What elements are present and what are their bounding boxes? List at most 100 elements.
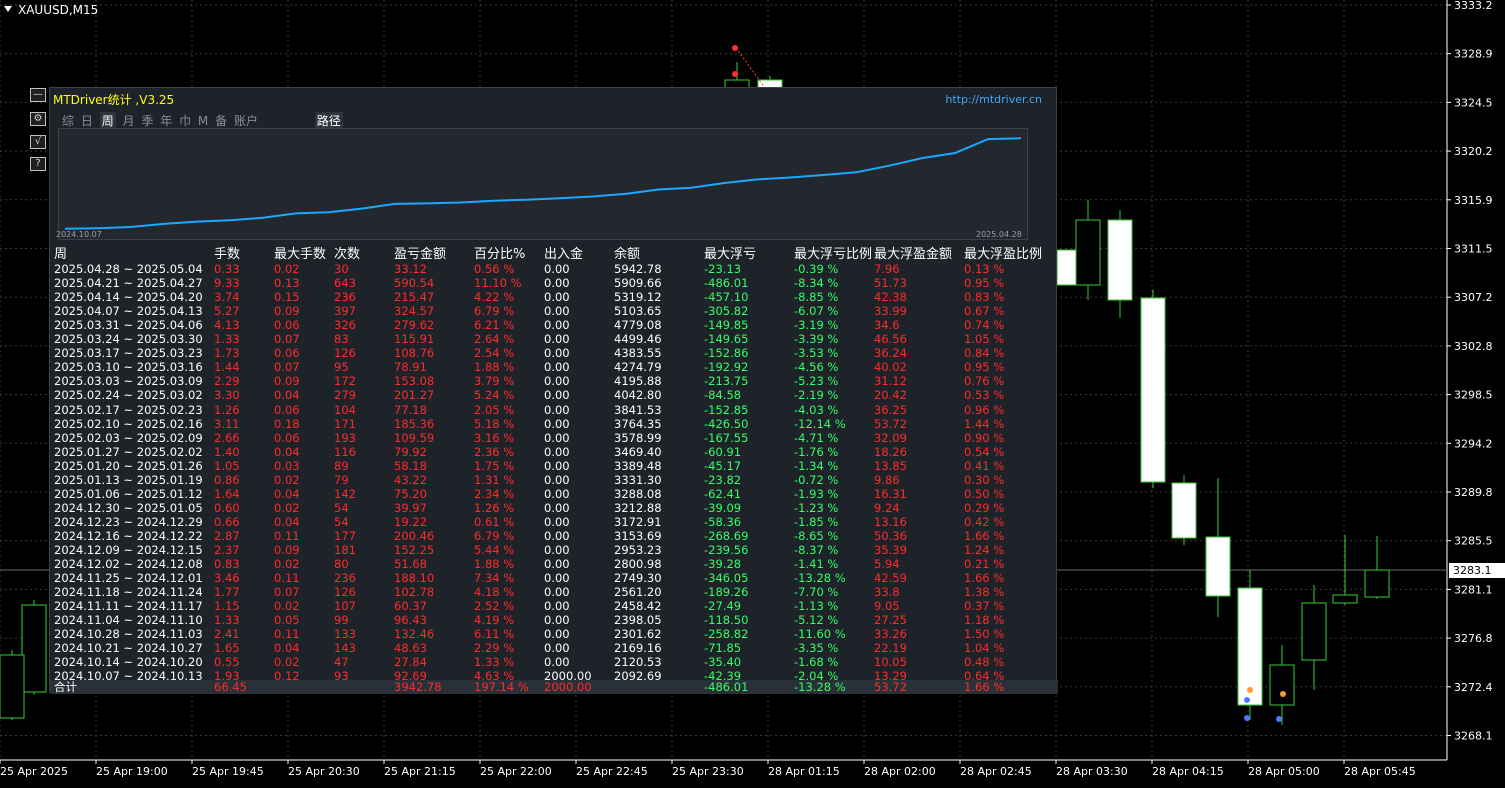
table-cell: -3.35 %: [794, 641, 839, 656]
help-button[interactable]: ?: [30, 157, 46, 171]
tab-currency[interactable]: 巾: [179, 112, 191, 129]
header-pct: 百分比%: [474, 247, 526, 262]
table-cell: 36.25: [874, 402, 907, 417]
table-cell: 13.85: [874, 458, 907, 473]
table-cell: -4.56 %: [794, 360, 839, 375]
table-cell: 4383.55: [614, 346, 662, 361]
table-cell: 4779.08: [614, 318, 662, 333]
table-cell: 96.43: [394, 613, 427, 628]
trade-marker-icon: [1280, 691, 1286, 697]
table-cell: 0.15: [274, 290, 300, 305]
current-price-tag: 3283.1: [1449, 563, 1505, 578]
tab-account[interactable]: 账户: [234, 112, 258, 129]
table-cell: -1.41 %: [794, 557, 839, 572]
table-cell: -12.14 %: [794, 416, 846, 431]
table-cell: -426.50: [704, 416, 749, 431]
table-cell: 3764.35: [614, 416, 662, 431]
table-cell: -84.58: [704, 388, 742, 403]
chart-button[interactable]: √: [30, 135, 46, 149]
table-cell: 2025.03.31 ~ 2025.04.06: [54, 318, 203, 333]
tab-day[interactable]: 日: [81, 112, 93, 129]
table-cell: 39.97: [394, 500, 427, 515]
table-cell: 2025.02.17 ~ 2025.02.23: [54, 402, 203, 417]
table-cell: 0.00: [544, 543, 570, 557]
table-cell: 42.59: [874, 571, 907, 586]
table-cell: 5103.65: [614, 304, 662, 319]
table-cell: 143: [334, 641, 356, 656]
table-cell: 2024.11.25 ~ 2024.12.01: [54, 571, 203, 586]
table-cell: -27.49: [704, 599, 742, 614]
time-axis-label: 25 Apr 19:45: [192, 765, 264, 778]
table-cell: -0.72 %: [794, 472, 839, 487]
tab-magic[interactable]: M: [198, 114, 208, 128]
table-cell: -1.93 %: [794, 486, 839, 501]
path-button[interactable]: 路径: [314, 112, 343, 129]
candle-body: [1075, 219, 1101, 286]
table-cell: 0.00: [544, 332, 570, 347]
table-cell: -1.68 %: [794, 655, 839, 670]
table-cell: 1.44: [214, 360, 240, 375]
table-row: 2025.04.14 ~ 2025.04.20 3.74 0.15 236 215.47…: [50, 290, 1058, 304]
table-cell: -35.40: [704, 655, 742, 670]
table-cell: 32.09: [874, 430, 907, 445]
tab-week[interactable]: 周: [99, 112, 116, 129]
price-axis-label: 3302.8: [1454, 340, 1493, 353]
table-cell: 0.04: [274, 444, 300, 459]
settings-button[interactable]: ⚙: [30, 112, 46, 126]
table-cell: 2025.04.14 ~ 2025.04.20: [54, 290, 203, 305]
table-cell: 108.76: [394, 346, 435, 361]
table-cell: 0.00: [544, 276, 570, 291]
table-cell: 2025.04.28 ~ 2025.05.04: [54, 262, 203, 276]
table-cell: 0.04: [274, 486, 300, 501]
minimize-button[interactable]: —: [30, 88, 46, 102]
table-cell: 1.73: [214, 346, 240, 361]
table-cell: 3172.91: [614, 514, 662, 529]
tab-notes[interactable]: 备: [215, 112, 227, 129]
tab-month[interactable]: 月: [123, 112, 135, 129]
table-cell: 2024.12.02 ~ 2024.12.08: [54, 557, 203, 572]
table-cell: -149.65: [704, 332, 749, 347]
total-cell: 合计: [54, 680, 77, 694]
time-axis-label: 28 Apr 01:15: [768, 765, 840, 778]
time-axis-label: 28 Apr 05:45: [1344, 765, 1416, 778]
total-cell: 197.14 %: [474, 680, 529, 694]
table-cell: 1.75 %: [474, 458, 515, 473]
table-cell: -4.71 %: [794, 430, 839, 445]
table-row: 2025.04.28 ~ 2025.05.04 0.33 0.02 30 33.12 0.…: [50, 262, 1058, 276]
table-cell: 0.00: [544, 599, 570, 614]
table-cell: 89: [334, 458, 349, 473]
dropdown-triangle-icon[interactable]: [4, 6, 12, 12]
table-cell: -189.26: [704, 585, 749, 600]
table-cell: 79: [334, 472, 349, 487]
table-row: 2024.10.21 ~ 2024.10.27 1.65 0.04 143 48.63 2…: [50, 641, 1058, 655]
table-cell: 3389.48: [614, 458, 662, 473]
table-cell: 51.68: [394, 557, 427, 572]
trade-marker-icon: [732, 45, 738, 51]
equity-line: [64, 137, 1022, 230]
table-cell: 6.11 %: [474, 627, 515, 642]
table-row: 2025.04.21 ~ 2025.04.27 9.33 0.13 643 590.54…: [50, 276, 1058, 290]
table-cell: 2749.30: [614, 571, 662, 586]
table-cell: 2.34 %: [474, 486, 515, 501]
table-cell: 326: [334, 318, 356, 333]
trade-marker-icon: [1244, 697, 1250, 703]
table-cell: 2024.12.23 ~ 2024.12.29: [54, 514, 203, 529]
table-cell: 6.21 %: [474, 318, 515, 333]
website-link[interactable]: http://mtdriver.cn: [945, 93, 1042, 106]
table-cell: 109.59: [394, 430, 435, 445]
table-cell: -258.82: [704, 627, 749, 642]
table-cell: 0.76 %: [964, 374, 1005, 389]
table-cell: 107: [334, 599, 356, 614]
candle-body: [21, 604, 47, 693]
tab-summary[interactable]: 综: [62, 112, 74, 129]
header-max-fp-pct: 最大浮盈比例: [964, 247, 1043, 262]
tab-year[interactable]: 年: [160, 112, 172, 129]
trade-marker-icon: [1276, 716, 1282, 722]
table-cell: 193: [334, 430, 356, 445]
table-cell: 0.02: [274, 262, 300, 276]
equity-end-date: 2025.04.28: [976, 230, 1022, 239]
table-cell: 30: [334, 262, 349, 276]
tab-quarter[interactable]: 季: [141, 112, 153, 129]
table-cell: 3331.30: [614, 472, 662, 487]
table-cell: 95: [334, 360, 349, 375]
